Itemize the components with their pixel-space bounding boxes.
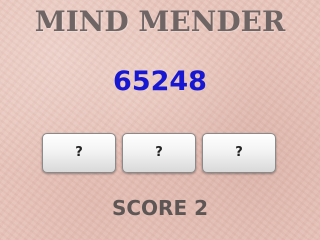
game-title: MIND MENDER	[34, 5, 286, 38]
score-label: SCORE	[111, 196, 188, 220]
answer-buttons: ? ? ?	[0, 133, 320, 175]
answer-button-3[interactable]: ?	[202, 133, 276, 173]
score-value: 2	[194, 196, 209, 220]
answer-button-2[interactable]: ?	[122, 133, 196, 173]
score-display: SCORE 2	[0, 194, 320, 222]
target-number: 65248	[113, 66, 207, 97]
answer-button-1[interactable]: ?	[42, 133, 116, 173]
